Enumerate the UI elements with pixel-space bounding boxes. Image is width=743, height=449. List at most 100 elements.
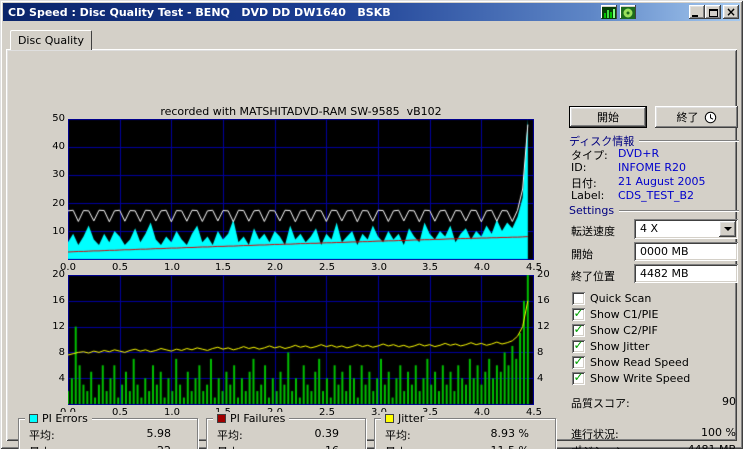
checkbox-show-c1-pie[interactable]: ✓ Show C1/PIE <box>572 307 658 321</box>
disc-info-value: DVD+R <box>618 147 660 160</box>
speed-select[interactable]: 4 X <box>634 219 738 239</box>
x-tick: 2.5 <box>319 407 335 418</box>
speed-select-arrow[interactable] <box>719 221 736 237</box>
maximize-button[interactable] <box>705 5 721 19</box>
start-position-field[interactable]: 0000 MB <box>634 242 738 261</box>
x-tick: 0.5 <box>112 262 128 273</box>
exit-button[interactable]: 終了 <box>655 106 738 128</box>
tab-label: Disc Quality <box>17 34 85 47</box>
checkbox-box[interactable]: ✓ <box>572 323 585 337</box>
x-tick: 0.5 <box>112 407 128 418</box>
stat-label: 平均: <box>29 429 55 442</box>
stat-value: 5.98 <box>146 427 172 440</box>
pi-failures-title: PI Failures <box>230 412 286 425</box>
speed-select-value: 4 X <box>640 222 659 235</box>
checkbox-quick-scan[interactable]: Quick Scan <box>572 291 651 305</box>
x-tick: 1.5 <box>215 262 231 273</box>
x-tick: 3.5 <box>422 262 438 273</box>
progress-value: 100 % <box>701 426 736 439</box>
y-tick-right: 20 <box>537 269 550 280</box>
checkbox-box[interactable]: ✓ <box>572 307 585 321</box>
titlebar-utility-icon-1[interactable] <box>601 5 617 19</box>
titlebar-utility-icon-2[interactable] <box>620 5 636 19</box>
y-tick: 8 <box>58 347 65 358</box>
x-tick: 1.0 <box>164 407 180 418</box>
stat-label: 平均: <box>217 429 243 442</box>
mini-chart-icon <box>602 7 616 19</box>
y-tick: 4 <box>58 373 65 384</box>
y-tick: 16 <box>52 295 65 306</box>
x-tick: 4.0 <box>474 262 490 273</box>
x-tick: 1.0 <box>164 262 180 273</box>
jitter-box: Jitter 平均:8.93 % 最大:11.5 % PO Failures:0 <box>374 412 556 449</box>
minimize-button[interactable] <box>689 5 705 19</box>
checkbox-box[interactable]: ✓ <box>572 355 585 369</box>
jitter-swatch <box>385 414 394 423</box>
stat-value: 11.5 % <box>491 444 529 449</box>
disc-info-value: CDS_TEST_B2 <box>618 189 695 202</box>
checkbox-label: Show C2/PIF <box>590 323 658 337</box>
checkbox-show-jitter[interactable]: ✓ Show Jitter <box>572 339 649 353</box>
stat-value: 16 <box>325 444 339 449</box>
y-tick: 30 <box>52 169 65 180</box>
checkbox-show-read-speed[interactable]: ✓ Show Read Speed <box>572 355 689 369</box>
y-tick: 20 <box>52 198 65 209</box>
speed-select-label: 転送速度 <box>571 225 615 238</box>
pif-chart-canvas <box>68 275 534 405</box>
settings-header: Settings <box>569 204 739 217</box>
checkbox-box[interactable]: ✓ <box>572 339 585 353</box>
checkbox-show-write-speed[interactable]: ✓ Show Write Speed <box>572 371 690 385</box>
divider <box>639 140 739 142</box>
titlebar[interactable]: CD Speed : Disc Quality Test - BENQ DVD … <box>3 3 740 21</box>
checkbox-label: Show C1/PIE <box>590 307 659 321</box>
stat-value: 0.39 <box>314 427 340 440</box>
end-position-field[interactable]: 4482 MB <box>634 264 738 283</box>
window-title: CD Speed : Disc Quality Test - BENQ DVD … <box>8 5 391 19</box>
y-tick-right: 4 <box>537 373 544 384</box>
checkbox-label: Show Jitter <box>590 339 650 353</box>
y-tick: 10 <box>52 226 65 237</box>
tab-page: recorded with MATSHITADVD-RAM SW-9585 vB… <box>6 49 739 449</box>
x-tick: 3.0 <box>371 262 387 273</box>
y-tick: 40 <box>52 141 65 152</box>
checkbox-label: Show Read Speed <box>590 355 689 369</box>
pi-errors-title: PI Errors <box>42 412 88 425</box>
end-position-value: 4482 MB <box>640 267 689 280</box>
pi-errors-swatch <box>29 414 38 423</box>
checkbox-label: Show Write Speed <box>590 371 691 385</box>
close-icon: × <box>725 4 737 19</box>
position-label: ポジション: <box>571 443 630 449</box>
tab-disc-quality[interactable]: Disc Quality <box>10 30 92 50</box>
divider <box>619 209 739 212</box>
disc-info-value: 21 August 2005 <box>618 175 706 188</box>
x-tick: 2.5 <box>319 262 335 273</box>
app-window: CD Speed : Disc Quality Test - BENQ DVD … <box>0 0 743 449</box>
x-tick: 4.5 <box>526 407 542 418</box>
start-button-label: 開始 <box>597 111 619 124</box>
mini-disc-icon <box>621 7 635 19</box>
pi-failures-swatch <box>217 414 226 423</box>
y-tick: 20 <box>52 269 65 280</box>
y-tick-right: 16 <box>537 295 550 306</box>
jitter-title: Jitter <box>398 412 425 425</box>
y-tick: 50 <box>52 113 65 124</box>
checkbox-label: Quick Scan <box>590 291 652 305</box>
y-tick: 12 <box>52 321 65 332</box>
close-button[interactable]: × <box>723 5 739 19</box>
quality-score-label: 品質スコア: <box>571 397 630 410</box>
quality-score-value: 90 <box>722 395 736 408</box>
checkbox-box[interactable] <box>572 291 585 305</box>
start-position-label: 開始 <box>571 248 593 261</box>
chevron-down-icon <box>723 227 732 231</box>
minimize-icon <box>692 15 698 17</box>
start-button[interactable]: 開始 <box>569 106 647 128</box>
stat-value: 22 <box>157 444 171 449</box>
y-tick-right: 12 <box>537 321 550 332</box>
checkbox-box[interactable]: ✓ <box>572 371 585 385</box>
progress-label: 進行状況: <box>571 428 619 441</box>
position-value: 4481 MB <box>631 443 736 449</box>
stat-value: 8.93 % <box>490 427 529 440</box>
stat-label: 平均: <box>385 429 411 442</box>
y-tick-right: 8 <box>537 347 544 358</box>
checkbox-show-c2-pif[interactable]: ✓ Show C2/PIF <box>572 323 658 337</box>
